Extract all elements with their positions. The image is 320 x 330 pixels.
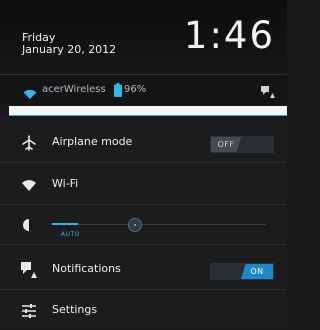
notification-bar[interactable]	[9, 106, 287, 116]
brightness-icon	[20, 216, 38, 234]
notifications-label: Notifications	[52, 262, 121, 275]
auto-brightness-label[interactable]: AUTO	[61, 231, 80, 238]
airplane-mode-toggle[interactable]: OFF	[210, 136, 274, 153]
airplane-icon	[20, 134, 38, 152]
toggle-state: OFF	[211, 137, 241, 152]
settings-row[interactable]: Settings	[0, 290, 287, 330]
notifications-icon	[261, 83, 275, 102]
brightness-fill	[52, 223, 78, 225]
quick-settings-panel: Airplane mode OFF Wi-Fi AUTO Notificatio…	[0, 118, 287, 328]
settings-icon	[20, 302, 38, 320]
notifications-toggle[interactable]: ON	[210, 263, 274, 280]
date-label: January 20, 2012	[22, 43, 117, 56]
network-name: acerWireless	[42, 84, 106, 95]
wifi-row[interactable]: Wi-Fi	[0, 164, 287, 205]
brightness-slider-thumb[interactable]	[128, 218, 142, 232]
clock: 1:46	[183, 14, 275, 57]
toggle-state: ON	[241, 264, 273, 279]
wifi-icon	[23, 85, 37, 104]
battery-icon	[114, 82, 122, 101]
notifications-icon	[20, 261, 38, 279]
wifi-icon	[20, 176, 38, 194]
settings-label: Settings	[52, 303, 98, 316]
notifications-row[interactable]: Notifications ON	[0, 249, 287, 290]
brightness-row: AUTO	[0, 204, 287, 245]
airplane-mode-label: Airplane mode	[52, 135, 133, 148]
wifi-label: Wi-Fi	[52, 177, 79, 190]
brightness-track[interactable]	[52, 224, 266, 225]
battery-percent: 96%	[124, 84, 147, 95]
airplane-mode-row[interactable]: Airplane mode OFF	[0, 122, 287, 163]
